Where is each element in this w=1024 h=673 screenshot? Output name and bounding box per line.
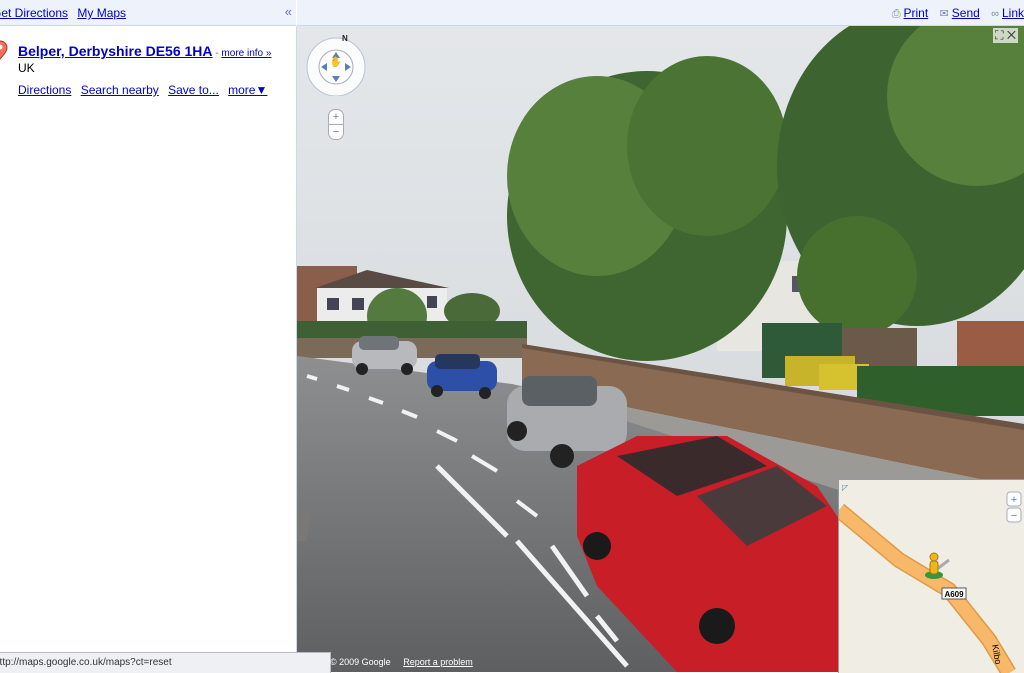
printer-icon: ⎙ — [891, 8, 901, 20]
link-action[interactable]: ∞ Link — [991, 6, 1024, 20]
my-maps-link[interactable]: My Maps — [77, 6, 126, 20]
map-header-bar: ⎙ Print ✉ Send ∞ Link — [297, 0, 1024, 26]
status-url: http://maps.google.co.uk/maps?ct=reset — [0, 657, 172, 668]
get-directions-link[interactable]: Get Directions — [0, 6, 68, 20]
location-pin-icon — [0, 40, 8, 60]
zoom-control: + − — [328, 109, 344, 145]
road-label-a609: A609 — [944, 590, 964, 599]
result-title-link[interactable]: Belper, Derbyshire DE56 1HA — [18, 43, 213, 59]
report-problem-link[interactable]: Report a problem — [403, 657, 473, 667]
more-dropdown-link[interactable]: more▼ — [228, 83, 267, 97]
minimap-zoom-out: − — [1011, 510, 1017, 522]
expand-close-icon[interactable]: ⛶ ✕ — [993, 28, 1018, 43]
minimap-zoom-in: + — [1011, 494, 1017, 506]
directions-link[interactable]: Directions — [18, 83, 71, 97]
send-action[interactable]: ✉ Send — [940, 6, 980, 20]
link-link[interactable]: Link — [1002, 6, 1024, 20]
results-panel: Belper, Derbyshire DE56 1HA - more info … — [0, 26, 297, 652]
map-footer: © 2009 Google Report a problem — [330, 657, 473, 667]
pan-navigation-control[interactable]: ✋ N — [305, 34, 367, 96]
minimap-resize-icon: ◸ — [842, 483, 849, 492]
send-link[interactable]: Send — [952, 6, 980, 20]
result-actions: Directions Search nearby Save to... more… — [18, 83, 273, 97]
zoom-in-button[interactable]: + — [328, 109, 344, 125]
more-info-link[interactable]: more info » — [221, 48, 271, 59]
svg-text:✋: ✋ — [330, 55, 342, 68]
print-link[interactable]: Print — [904, 6, 929, 20]
search-nearby-link[interactable]: Search nearby — [81, 83, 159, 97]
chain-link-icon: ∞ — [991, 8, 999, 20]
result-country: UK — [18, 61, 35, 75]
minimap-canvas: A609 Kilbo + − ◸ — [839, 480, 1024, 673]
left-header-bar: Get Directions My Maps « — [0, 0, 296, 26]
street-view-minimap[interactable]: A609 Kilbo + − ◸ — [838, 479, 1024, 673]
print-action[interactable]: ⎙ Print — [892, 6, 929, 20]
map-actions: ⎙ Print ✉ Send ∞ Link — [884, 6, 1024, 21]
envelope-icon: ✉ — [939, 8, 949, 20]
save-to-link[interactable]: Save to... — [168, 83, 219, 97]
result-title-row: Belper, Derbyshire DE56 1HA - more info … — [18, 43, 271, 59]
more-info-wrapper: - more info » — [213, 48, 271, 59]
zoom-out-button[interactable]: − — [328, 125, 344, 140]
header-links: Get Directions My Maps — [0, 6, 132, 20]
collapse-panel-button[interactable]: « — [285, 4, 292, 19]
compass-north-label: N — [342, 34, 348, 43]
copyright-text: © 2009 Google — [330, 657, 391, 667]
browser-status-bar: http://maps.google.co.uk/maps?ct=reset — [0, 652, 331, 673]
